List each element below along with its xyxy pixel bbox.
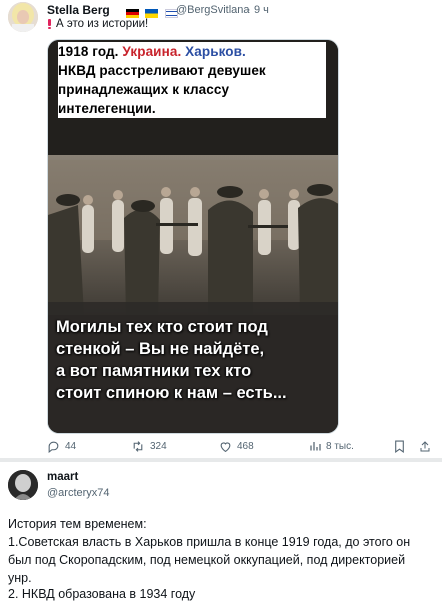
reply-text-line-2: 1.Советская власть в Харьков пришла в ко… [8, 535, 411, 549]
tweet-text: А это из истории! [56, 18, 149, 30]
caption-country: Украина. [122, 44, 182, 59]
reply-avatar[interactable] [8, 470, 38, 500]
caption-line-2: НКВД расстреливают девушек [58, 63, 266, 78]
like-button[interactable]: 468 [219, 440, 254, 453]
author-handle[interactable]: @BergSvitlana [176, 4, 250, 16]
action-bar: 44 324 468 8 тыс. [47, 440, 439, 456]
like-count: 468 [237, 441, 254, 452]
reply-author-handle[interactable]: @arcteryx74 [47, 487, 110, 499]
caption-line-3: принадлежащих к классу [58, 82, 230, 97]
reply-text-line-1: История тем временем: [8, 517, 147, 531]
tweet-time[interactable]: 9 ч [254, 4, 269, 16]
caption-bottom-line-4: стоит спиною к нам – есть... [56, 384, 287, 402]
reply-button[interactable]: 44 [47, 440, 76, 453]
views-button[interactable]: 8 тыс. [309, 440, 354, 452]
reply-author-name[interactable]: maart [47, 471, 78, 483]
retweet-button[interactable]: 324 [131, 440, 167, 453]
caption-bottom-line-1: Могилы тех кто стоит под [56, 318, 268, 336]
share-icon [420, 441, 430, 452]
retweet-icon [133, 441, 143, 452]
tweet-image[interactable]: 1918 год. Украина. Харьков. НКВД расстре… [47, 39, 339, 434]
separator-dot: · [247, 4, 251, 16]
analytics-icon [310, 442, 321, 451]
caption-city: Харьков. [185, 44, 246, 59]
exclamation-icon [48, 19, 51, 29]
flag-ukraine-icon [145, 9, 159, 19]
reply-text-line-5: 2. НКВД образована в 1934 году [8, 587, 196, 601]
heart-icon [220, 442, 231, 453]
share-button[interactable] [419, 440, 431, 453]
bookmark-icon [395, 440, 404, 453]
caption-line-4: интелегенции. [58, 101, 156, 116]
caption-bottom-line-3: а вот памятники тех кто [56, 362, 252, 380]
reply-icon [48, 441, 59, 453]
flag-germany-icon [126, 9, 139, 19]
tweet-panel: Stella Berg @BergSvitlana · 9 ч А это из… [0, 0, 442, 458]
reply-text-line-3: был под Скоропадским, под немецкой оккуп… [8, 553, 406, 567]
caption-year: 1918 год. [58, 44, 119, 59]
image-caption-top: 1918 год. Украина. Харьков. НКВД расстре… [58, 42, 326, 118]
retweet-count: 324 [150, 441, 167, 452]
author-avatar[interactable] [8, 2, 38, 32]
reply-panel: maart @arcteryx74 История тем временем: … [0, 462, 442, 604]
bookmark-button[interactable] [394, 440, 405, 453]
reply-count: 44 [65, 441, 77, 452]
author-name[interactable]: Stella Berg [47, 3, 110, 17]
image-caption-bottom: Могилы тех кто стоит под стенкой – Вы не… [56, 316, 332, 404]
caption-bottom-line-2: стенкой – Вы не найдёте, [56, 340, 265, 358]
view-count: 8 тыс. [326, 440, 354, 452]
